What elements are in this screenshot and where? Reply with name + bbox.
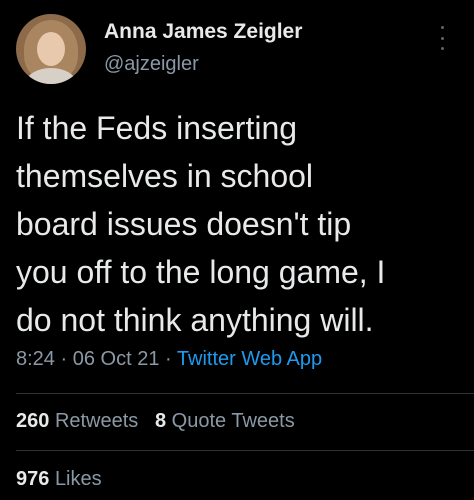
meta-separator: ·: [60, 348, 68, 370]
retweets-stat[interactable]: 260 Retweets: [16, 410, 138, 432]
more-dot: [440, 26, 444, 29]
avatar-face: [37, 32, 65, 66]
quote-tweets-count: 8: [154, 410, 167, 432]
tweet-text: If the Feds inserting themselves in scho…: [16, 110, 386, 338]
more-options-icon[interactable]: [434, 26, 450, 50]
more-dot: [440, 36, 444, 40]
engagement-stats: 260 Retweets 8 Quote Tweets: [16, 410, 295, 433]
quote-tweets-stat[interactable]: 8 Quote Tweets: [155, 410, 295, 432]
tweet-meta: 8:24 · 06 Oct 21 · Twitter Web App: [16, 348, 322, 371]
tweet-date[interactable]: 06 Oct 21: [73, 348, 160, 370]
divider: [16, 450, 474, 451]
quote-tweets-label: Quote Tweets: [171, 410, 295, 432]
likes-label: Likes: [54, 468, 102, 490]
avatar[interactable]: [16, 14, 86, 84]
divider: [16, 393, 474, 394]
author-name[interactable]: Anna James Zeigler: [104, 20, 302, 44]
author-handle[interactable]: @ajzeigler: [104, 53, 199, 76]
likes-count: 976: [16, 468, 50, 490]
tweet-time[interactable]: 8:24: [16, 348, 55, 370]
retweets-count: 260: [16, 410, 50, 432]
meta-separator: ·: [165, 348, 172, 370]
tweet-source-app[interactable]: Twitter Web App: [177, 348, 322, 370]
retweets-label: Retweets: [54, 410, 139, 432]
more-dot: [440, 47, 444, 50]
likes-stat[interactable]: 976 Likes: [16, 468, 102, 491]
